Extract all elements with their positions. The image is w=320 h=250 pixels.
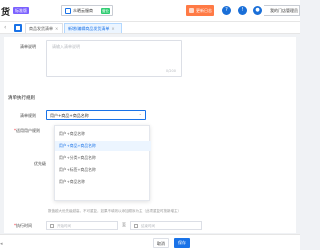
- calendar-icon: [50, 224, 54, 228]
- remark-placeholder: 请输入清单说明: [52, 44, 80, 49]
- date-separator: 至: [122, 222, 126, 227]
- end-date-placeholder: 结束时间: [141, 224, 155, 228]
- end-date-input[interactable]: 结束时间: [130, 221, 202, 230]
- notification-icon[interactable]: !: [238, 6, 247, 15]
- section-title: 清单执行规则: [8, 96, 35, 101]
- calendar-icon: [134, 224, 138, 228]
- start-date-input[interactable]: 开始时间: [46, 221, 118, 230]
- tab-shipping-list[interactable]: 商品发货清单 ×: [25, 23, 63, 33]
- store-name: 众晒云服商: [73, 8, 93, 13]
- chevron-up-icon: ⌃: [138, 113, 142, 118]
- tab-bar: ‹ 商品发货清单 × 新增/编辑商品发货清单 ×: [0, 22, 300, 34]
- rule-select[interactable]: 用户+商品+商品名称 ⌃: [46, 110, 146, 120]
- help-icon[interactable]: ?: [222, 6, 231, 15]
- cancel-button[interactable]: 取消: [153, 238, 169, 248]
- rule-selected-value: 用户+商品+商品名称: [50, 113, 89, 118]
- rule-dropdown: 用户+商品名称 用户+商品+商品名称 用户+分类+商品名称 用户+标签+商品名称…: [54, 125, 151, 201]
- app-logo: 货: [1, 8, 11, 18]
- start-date-placeholder: 开始时间: [57, 224, 71, 228]
- store-status-badge: 营业: [101, 8, 110, 14]
- apply-rule-label: *适用用户规则: [14, 128, 40, 133]
- home-icon[interactable]: [14, 24, 22, 32]
- store-selector[interactable]: 众晒云服商 营业: [61, 5, 113, 16]
- tab-label: 商品发货清单: [29, 26, 53, 31]
- tab-back-icon[interactable]: ‹: [4, 24, 6, 31]
- version-badge: 标准版: [13, 7, 29, 14]
- form-card: 清单说明 请输入清单说明 0/200 清单执行规则 清单规则 用户+商品+商品名…: [4, 37, 296, 233]
- time-label: *执行时间: [14, 223, 32, 228]
- store-icon: [65, 8, 71, 14]
- remark-textarea[interactable]: 请输入清单说明 0/200: [46, 40, 182, 77]
- remark-label: 清单说明: [20, 44, 36, 49]
- close-icon[interactable]: ×: [55, 26, 58, 31]
- priority-label: 优先级: [34, 161, 46, 166]
- collapse-icon[interactable]: ◂: [0, 241, 3, 247]
- tab-edit-shipping-list[interactable]: 新增/编辑商品发货清单 ×: [64, 23, 122, 33]
- close-icon[interactable]: ×: [111, 26, 114, 31]
- dropdown-option[interactable]: 用户+商品名称: [55, 177, 151, 187]
- update-log-button[interactable]: 更新日志: [186, 5, 214, 16]
- dropdown-option[interactable]: 用户+标签+商品名称: [55, 165, 151, 175]
- update-log-label: 更新日志: [196, 8, 212, 13]
- top-bar: 货 标准版 众晒云服商 营业 更新日志 ? ! ● 我的门店管理员: [0, 0, 300, 22]
- dropdown-option[interactable]: 用户+商品名称: [55, 129, 151, 139]
- footer-bar: 取消 保存: [0, 234, 300, 250]
- user-avatar-icon[interactable]: ●: [253, 6, 262, 15]
- save-button[interactable]: 保存: [174, 238, 190, 248]
- tab-label: 新增/编辑商品发货清单: [68, 26, 110, 31]
- dropdown-option-selected[interactable]: 用户+商品+商品名称: [55, 141, 151, 151]
- rule-label: 清单规则: [20, 113, 36, 118]
- remark-counter: 0/200: [165, 69, 176, 73]
- dropdown-option[interactable]: 用户+分类+商品名称: [55, 153, 151, 163]
- priority-hint: 数值越大优先级越高，不可重复，如果不填则以添加顺序为主（此项重复时按新增主）: [48, 209, 181, 213]
- update-icon: [189, 8, 194, 13]
- user-menu[interactable]: 我的门店管理员: [264, 5, 300, 16]
